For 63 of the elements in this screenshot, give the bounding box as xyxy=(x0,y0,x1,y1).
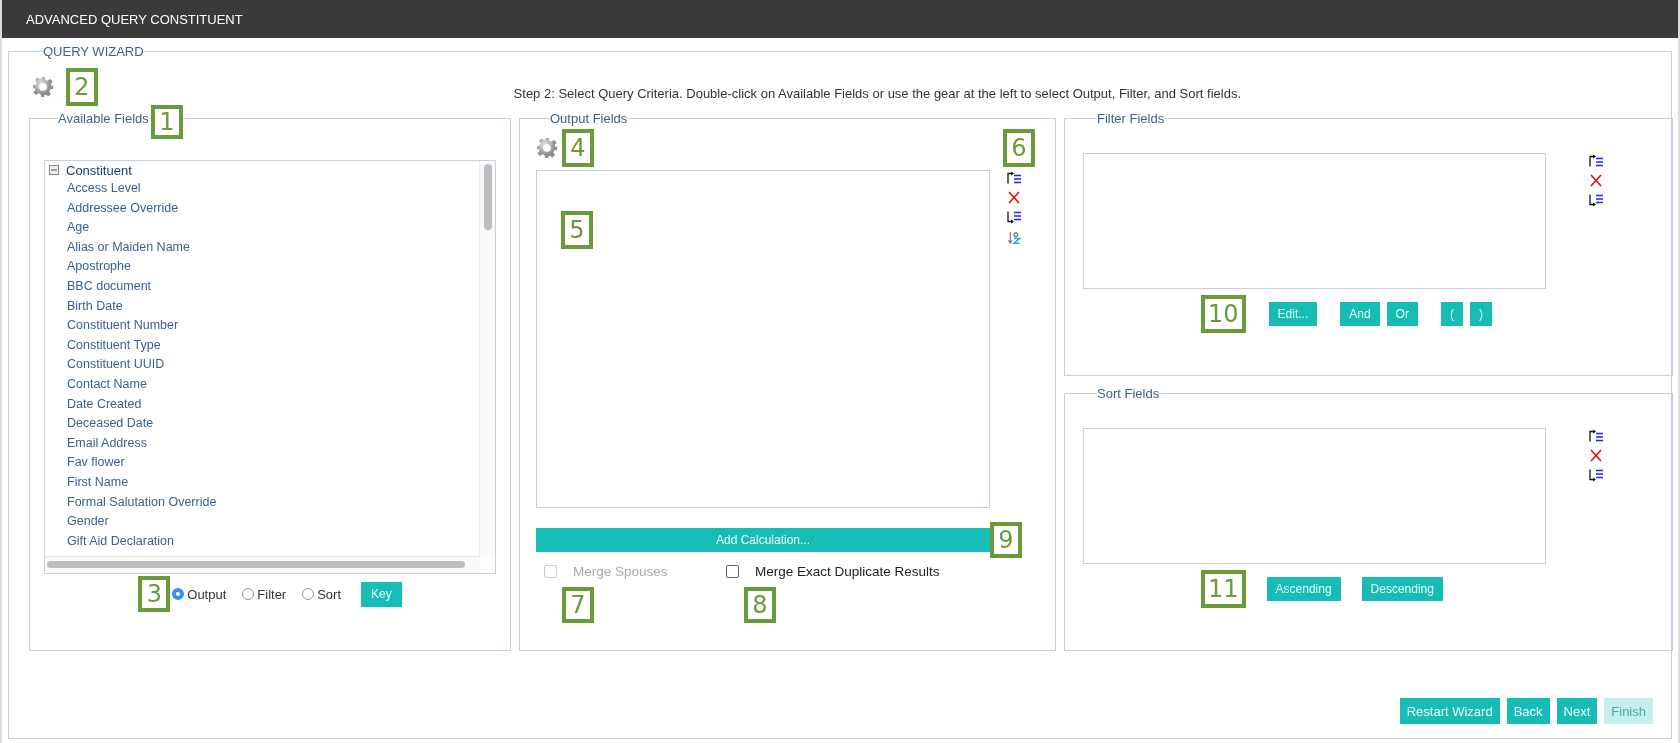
window-title: ADVANCED QUERY CONSTITUENT xyxy=(26,11,243,27)
radio-button[interactable] xyxy=(242,588,255,600)
callout-number: 2 xyxy=(66,68,98,106)
callout-number: 7 xyxy=(562,587,594,623)
tree-item[interactable]: Birth Date xyxy=(67,296,123,317)
move-down-icon[interactable] xyxy=(1588,468,1604,483)
radio-label[interactable]: Sort xyxy=(317,586,342,602)
tree-item[interactable]: Date Created xyxy=(67,394,142,415)
tree-item[interactable]: Constituent UUID xyxy=(67,355,165,375)
tree-item[interactable]: Gift Aid Declaration xyxy=(67,531,174,552)
filter-field-list[interactable] xyxy=(1083,153,1546,289)
callout-number: 9 xyxy=(990,522,1022,558)
tree-item[interactable]: Addressee Override xyxy=(67,198,179,219)
tree-item[interactable]: Contact Name xyxy=(67,374,147,395)
tree-item[interactable]: Apostrophe xyxy=(67,257,131,277)
vertical-scrollbar[interactable] xyxy=(479,161,495,557)
horizontal-scrollbar[interactable] xyxy=(45,556,480,573)
move-up-icon[interactable] xyxy=(1588,428,1604,443)
tree-item[interactable]: Age xyxy=(67,218,90,238)
delete-icon[interactable] xyxy=(1006,190,1022,205)
tree-item[interactable]: Deceased Date xyxy=(67,414,154,434)
radio-label[interactable]: Filter xyxy=(257,586,287,602)
gear-icon[interactable] xyxy=(32,76,54,98)
callout-number: 6 xyxy=(1003,129,1035,167)
gear-icon[interactable] xyxy=(536,137,558,159)
panel-legend: Sort Fields xyxy=(1097,386,1160,401)
radio-button[interactable] xyxy=(302,588,315,600)
tree-item[interactable]: Constituent Type xyxy=(67,335,161,356)
delete-icon[interactable] xyxy=(1588,173,1604,188)
move-up-icon[interactable] xyxy=(1588,153,1604,168)
tree-item[interactable]: Gender xyxy=(67,512,109,532)
wizard-legend: QUERY WIZARD xyxy=(43,44,144,59)
tree-item[interactable]: Fav flower xyxy=(67,453,125,473)
tree-item[interactable]: Access Level xyxy=(67,179,141,199)
delete-icon[interactable] xyxy=(1588,448,1604,463)
panel-legend: Available Fields xyxy=(58,111,149,126)
callout-number: 11 xyxy=(1201,570,1246,608)
instruction-text: Step 2: Select Query Criteria. Double-click on Available Fields or use the gear at the left to select Output, Filter, and Sort fields. xyxy=(513,85,1241,101)
callout-number: 5 xyxy=(561,211,593,249)
collapse-icon[interactable] xyxy=(49,165,59,175)
checkbox-label[interactable]: Merge Exact Duplicate Results xyxy=(755,563,940,579)
tree-item[interactable]: Email Address xyxy=(67,433,147,454)
radio-label[interactable]: Output xyxy=(187,586,227,602)
move-down-icon[interactable] xyxy=(1588,193,1604,208)
radio-button[interactable] xyxy=(172,588,185,600)
move-down-icon[interactable] xyxy=(1006,210,1022,225)
checkbox[interactable] xyxy=(726,564,739,578)
tree-item[interactable]: Constituent Number xyxy=(67,316,179,336)
callout-number: 8 xyxy=(744,587,776,623)
tree-node[interactable]: Constituent xyxy=(66,162,132,178)
tree-item[interactable]: Formal Salutation Override xyxy=(67,492,217,513)
sort-field-list[interactable] xyxy=(1083,428,1546,564)
callout-number: 10 xyxy=(1201,295,1246,333)
callout-number: 1 xyxy=(150,105,183,139)
tree-item[interactable]: Alias or Maiden Name xyxy=(67,237,190,258)
move-up-icon[interactable] xyxy=(1006,170,1022,185)
callout-number: 3 xyxy=(138,576,171,612)
tree-item[interactable]: BBC document xyxy=(67,276,152,297)
panel-legend: Filter Fields xyxy=(1097,111,1165,126)
panel-legend: Output Fields xyxy=(550,111,628,126)
callout-number: 4 xyxy=(562,129,594,167)
sort-az-icon[interactable] xyxy=(1006,230,1022,245)
tree-item[interactable]: First Name xyxy=(67,472,129,493)
